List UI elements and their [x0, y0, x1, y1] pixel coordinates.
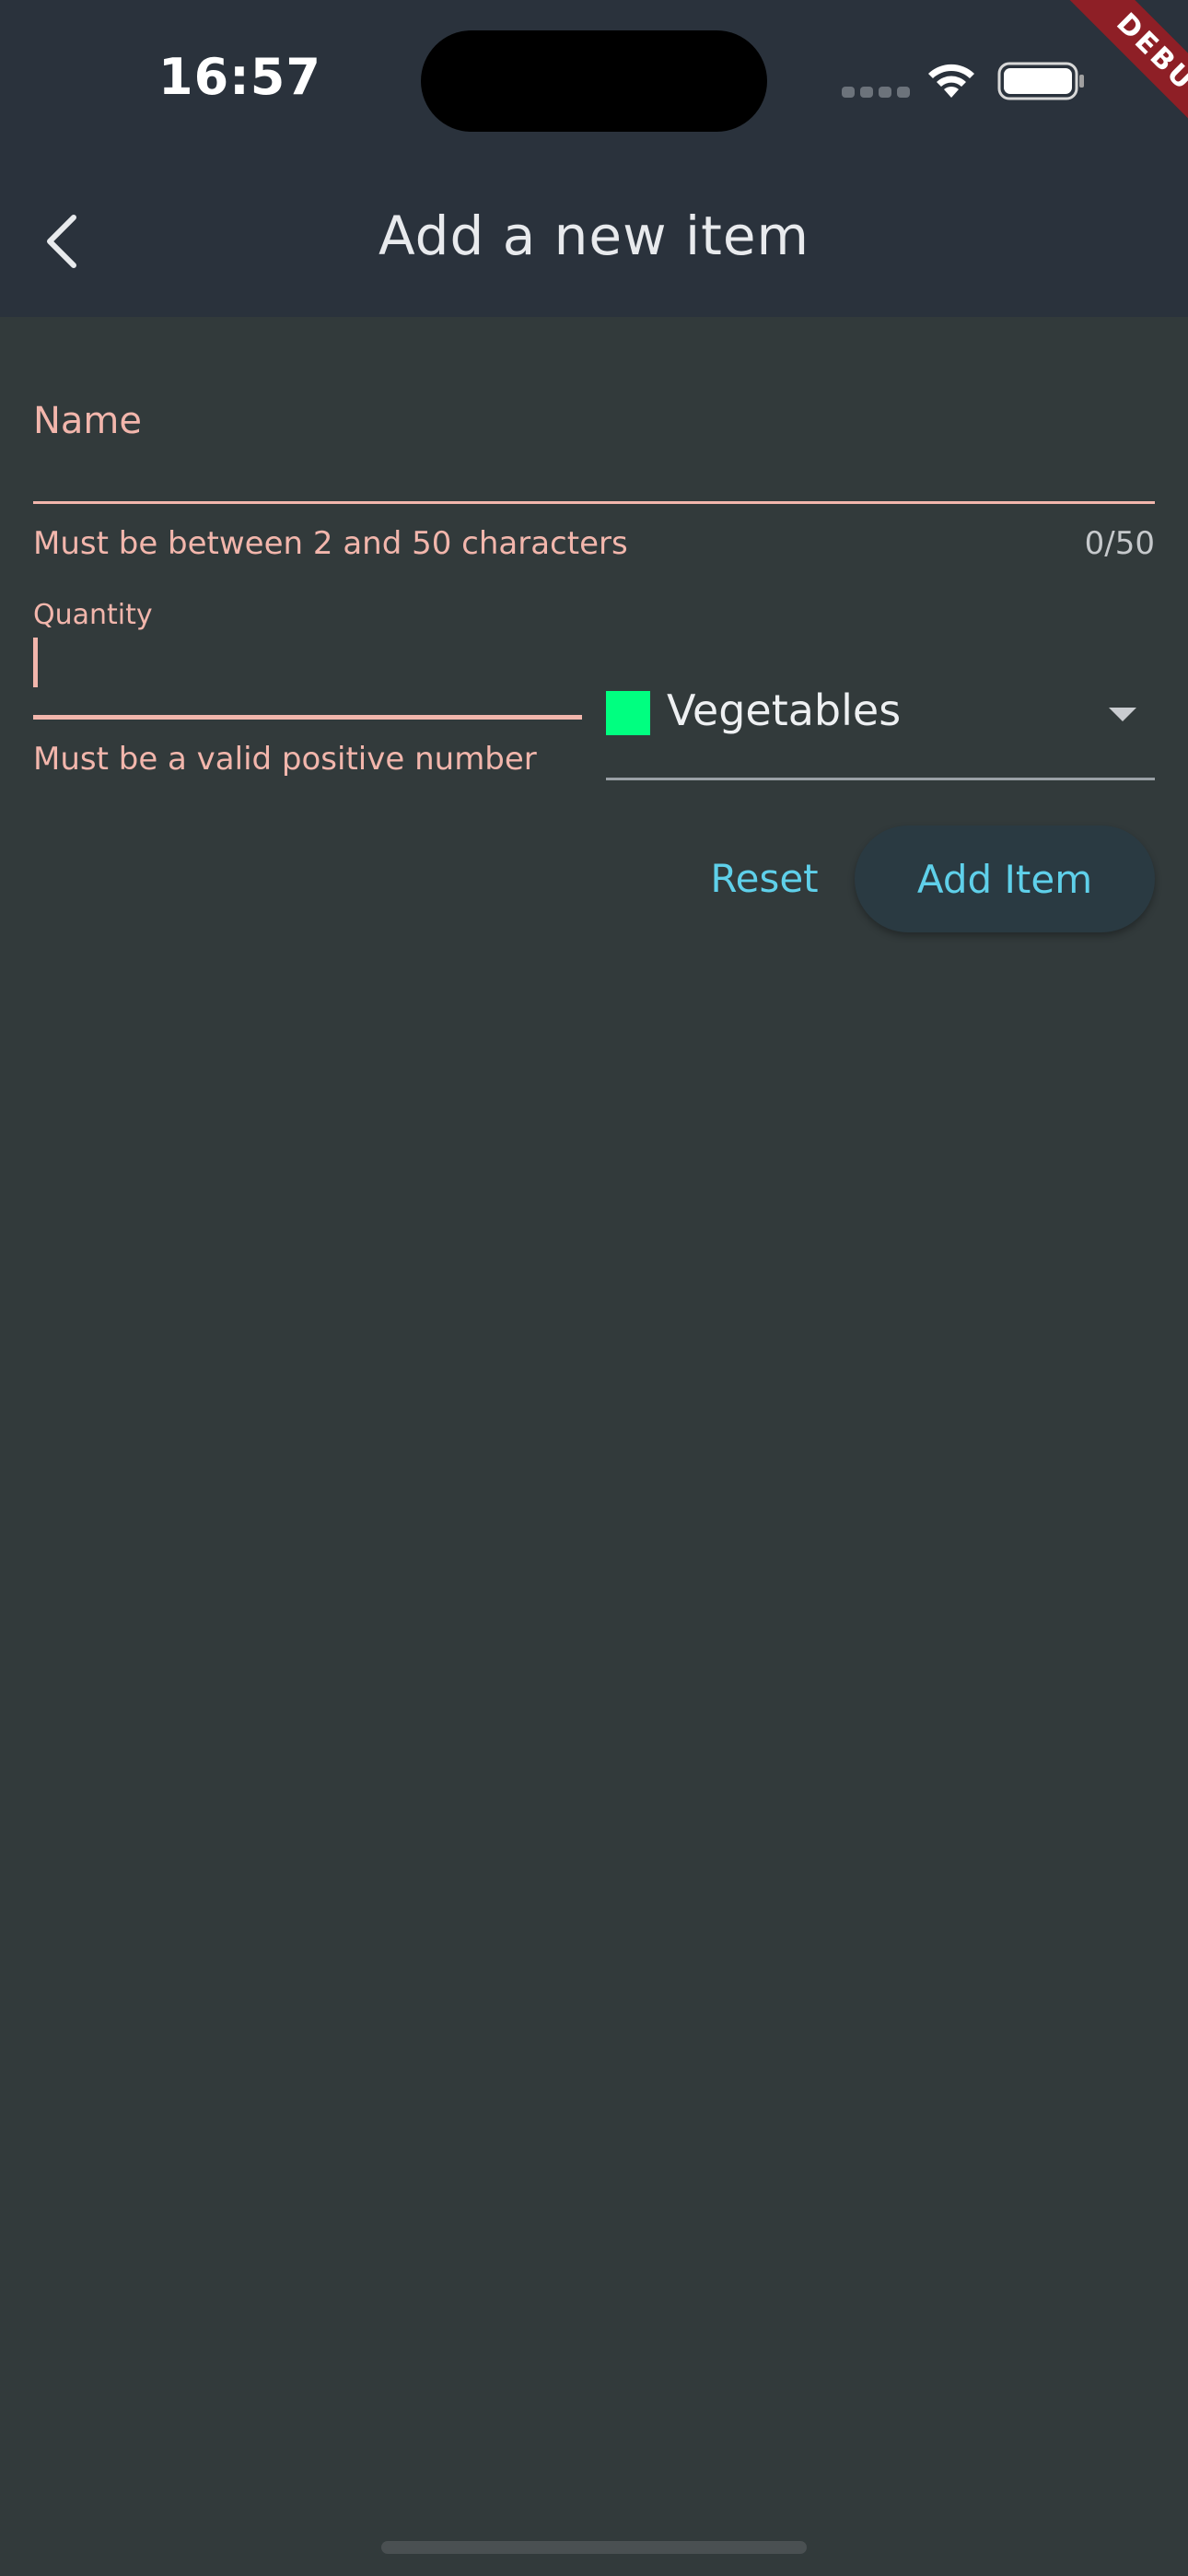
screen: 16:57 DEBUG Add a new item Name Must be … [0, 0, 1188, 2576]
quantity-field-underline [33, 715, 582, 720]
quantity-field-label: Quantity [33, 599, 153, 631]
reset-button[interactable]: Reset [691, 827, 838, 929]
add-item-button-label: Add Item [916, 856, 1093, 902]
dynamic-island [421, 30, 767, 132]
debug-label: DEBUG [1063, 0, 1188, 163]
name-char-counter: 0/50 [1084, 525, 1155, 562]
category-dropdown-underline [606, 778, 1155, 780]
name-field[interactable] [33, 433, 1159, 499]
category-color-swatch [606, 691, 650, 735]
page-title: Add a new item [378, 205, 810, 267]
home-indicator[interactable] [381, 2541, 807, 2554]
status-time: 16:57 [158, 48, 321, 106]
quantity-error-text: Must be a valid positive number [33, 741, 537, 778]
text-cursor [33, 638, 38, 687]
category-selected-label: Vegetables [667, 685, 902, 735]
cellular-signal-icon [842, 87, 915, 98]
name-field-underline [33, 501, 1155, 504]
quantity-field[interactable] [33, 636, 586, 711]
category-dropdown[interactable]: Vegetables [606, 673, 1155, 781]
wifi-icon [928, 64, 974, 98]
debug-banner: DEBUG [1013, 0, 1188, 175]
name-error-text: Must be between 2 and 50 characters [33, 525, 628, 562]
dropdown-arrow-icon [1109, 708, 1136, 721]
add-item-button[interactable]: Add Item [855, 825, 1155, 932]
